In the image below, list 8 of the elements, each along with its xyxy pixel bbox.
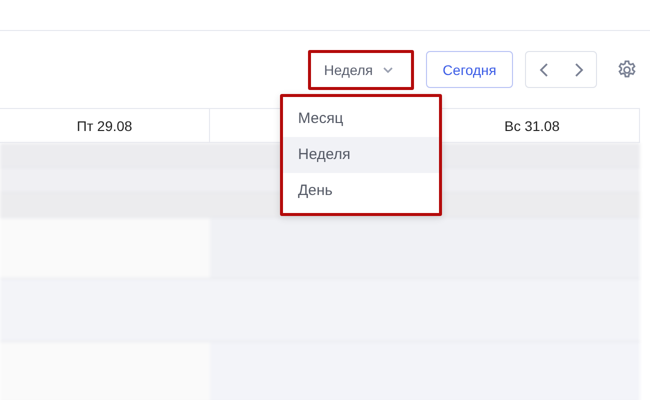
settings-icon[interactable] [616,58,638,80]
menu-item[interactable]: День [283,173,439,209]
chevron-left-icon[interactable] [538,62,548,76]
today-button[interactable]: Сегодня [426,51,513,88]
menu-item[interactable]: Неделя [283,137,439,173]
view-select[interactable]: Неделя [308,50,414,90]
chevron-right-icon[interactable] [574,62,584,76]
chevron-down-icon [383,66,393,72]
